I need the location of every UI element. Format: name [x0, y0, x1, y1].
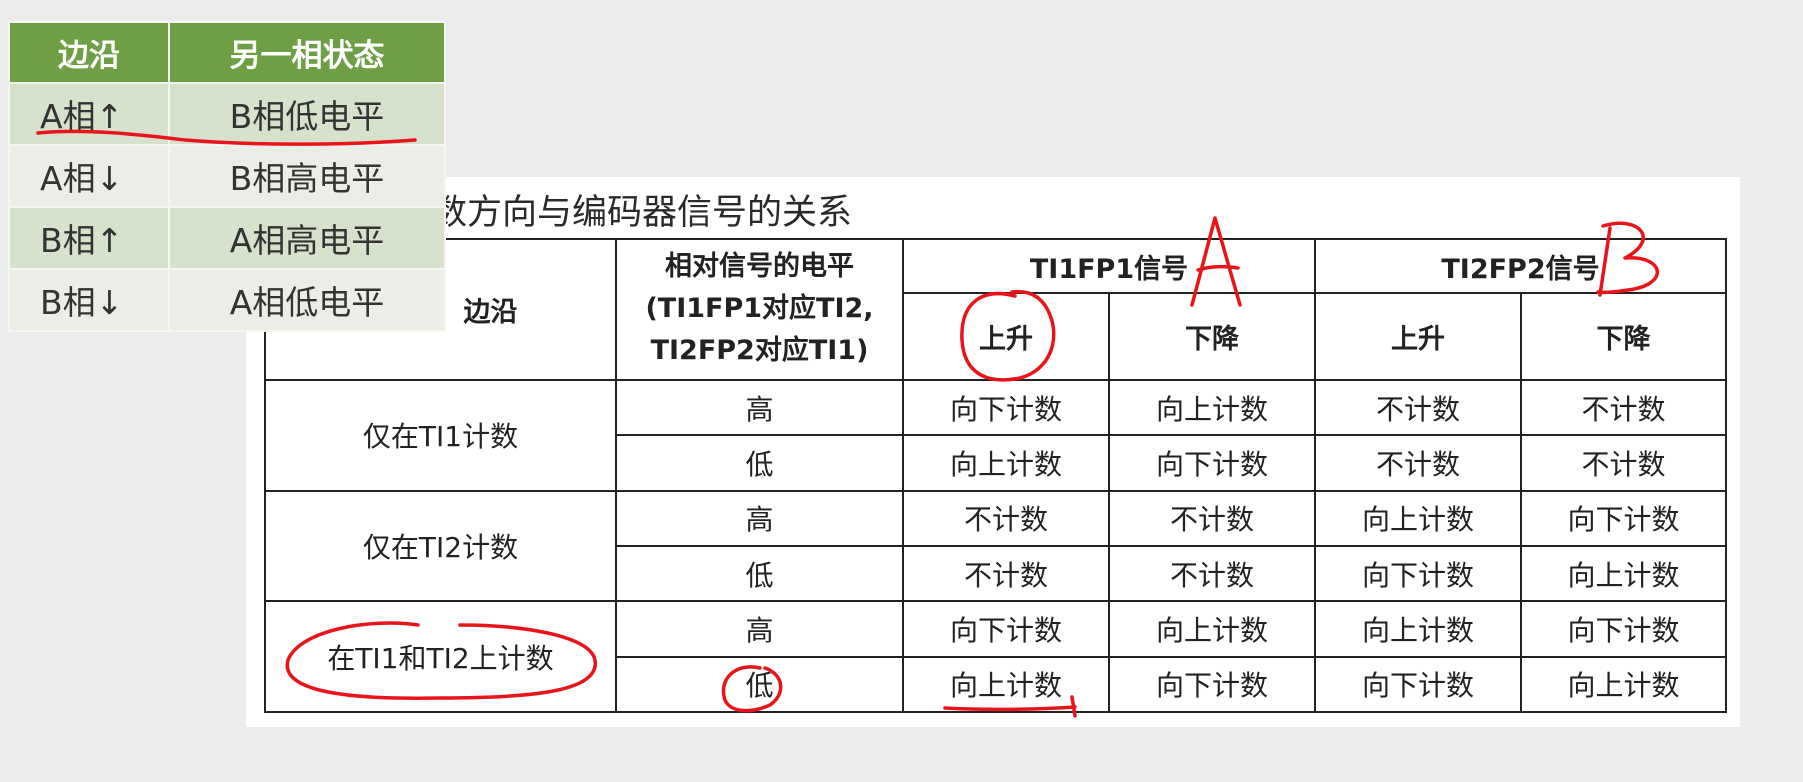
count-cell: 向上计数 [1520, 544, 1727, 603]
count-cell: 向下计数 [1314, 655, 1522, 714]
count-cell: 向上计数 [1108, 600, 1316, 658]
level-cell: 低 [615, 544, 904, 603]
other-phase-cell: A相高电平 [168, 206, 446, 270]
count-cell: 向上计数 [902, 434, 1110, 492]
count-cell: 向下计数 [1108, 434, 1316, 492]
table-caption: 数方向与编码器信号的关系 [432, 193, 853, 233]
edge-cell: 在TI1和TI2上计数 [264, 600, 617, 713]
header-ti2-fall: 下降 [1520, 292, 1727, 381]
edge-cell: A相↓ [8, 144, 170, 208]
count-cell: 不计数 [1520, 434, 1727, 492]
edge-cell: A相↑ [8, 82, 170, 146]
count-cell: 不计数 [902, 544, 1110, 603]
count-cell: 向下计数 [1520, 489, 1727, 547]
table-row: 仅在TI2计数高不计数 不计数 向上计数 向下计数 [264, 489, 1727, 603]
header-ti1-rise: 上升 [902, 292, 1110, 381]
other-phase-cell: B相高电平 [168, 144, 446, 208]
count-cell: 向下计数 [1108, 655, 1316, 714]
header-ti1-fall: 下降 [1108, 292, 1316, 381]
table-row: 仅在TI1计数高向下计数 向上计数 不计数 不计数 [264, 378, 1727, 492]
other-phase-cell: A相低电平 [168, 268, 446, 332]
count-cell: 不计数 [1520, 378, 1727, 437]
edge-cell: B相↓ [8, 268, 170, 332]
level-cell: 高 [615, 600, 904, 658]
count-cell: 向上计数 [1314, 489, 1522, 547]
edge-cell: 仅在TI2计数 [264, 489, 617, 603]
counting-direction-table: 边沿 相对信号的电平 (TI1FP1对应TI2, TI2FP2对应TI1) TI… [264, 237, 1727, 714]
header-relative-level: 相对信号的电平 (TI1FP1对应TI2, TI2FP2对应TI1) [615, 238, 904, 381]
header-ti2-rise: 上升 [1314, 292, 1522, 381]
edge-cell: B相↑ [8, 206, 170, 270]
count-cell: 不计数 [1314, 434, 1522, 492]
green-table-row: B相↓ A相低电平 [8, 268, 446, 332]
edge-state-table: 边沿 另一相状态 A相↑ B相低电平 A相↓ B相高电平 B相↑ A相高电平 B相↓ A相低电… [8, 21, 446, 332]
green-table-row: A相↑ B相低电平 [8, 82, 446, 146]
count-cell: 向下计数 [1520, 600, 1727, 658]
level-cell: 低 [615, 434, 904, 492]
level-cell: 高 [615, 378, 904, 437]
green-table-body: A相↑ B相低电平 A相↓ B相高电平 B相↑ A相高电平 B相↓ A相低电平 [8, 82, 446, 332]
green-table-row: B相↑ A相高电平 [8, 206, 446, 270]
level-cell: 低 [615, 655, 904, 714]
count-cell: 向上计数 [1108, 378, 1316, 437]
count-cell: 不计数 [902, 489, 1110, 547]
count-cell: 不计数 [1314, 378, 1522, 437]
green-table-row: A相↓ B相高电平 [8, 144, 446, 208]
count-cell: 向下计数 [1314, 544, 1522, 603]
header-ti1fp1: TI1FP1信号 [902, 237, 1316, 295]
count-cell: 向上计数 [1520, 655, 1727, 714]
other-phase-cell: B相低电平 [168, 82, 446, 146]
header-ti2fp2: TI2FP2信号 [1314, 237, 1727, 295]
count-cell: 向上计数 [1314, 600, 1522, 658]
green-header-other: 另一相状态 [168, 21, 446, 84]
count-cell: 不计数 [1108, 489, 1316, 547]
table-row: 在TI1和TI2上计数高向下计数 向上计数 向上计数 向下计数 [264, 600, 1727, 713]
count-cell: 向下计数 [902, 600, 1110, 658]
level-cell: 高 [615, 489, 904, 547]
count-cell: 不计数 [1108, 544, 1316, 603]
table-body: 仅在TI1计数高向下计数 向上计数 不计数 不计数低向上计数 向下计数 不计数 不计数 仅在T… [264, 378, 1727, 714]
edge-cell: 仅在TI1计数 [264, 378, 617, 492]
count-cell: 向上计数 [902, 655, 1110, 714]
green-header-edge: 边沿 [8, 21, 170, 84]
count-cell: 向下计数 [902, 378, 1110, 437]
